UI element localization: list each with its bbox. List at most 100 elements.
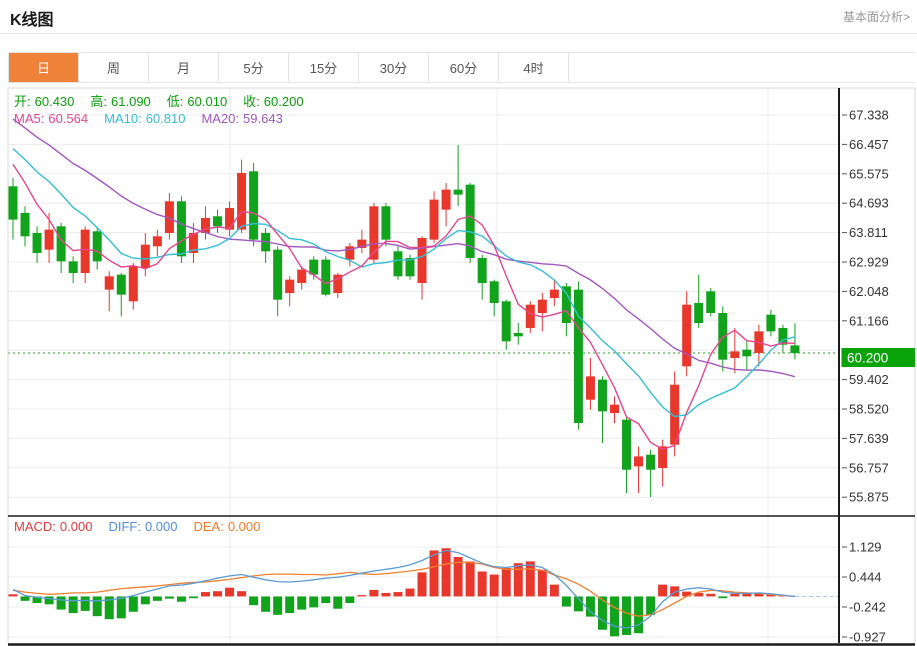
- main-axis-label: 57.639: [849, 431, 889, 446]
- macd-bar: [273, 596, 282, 614]
- candle-body: [526, 305, 535, 328]
- main-axis-label: 59.402: [849, 372, 889, 387]
- low-value: 低:60.010: [167, 95, 227, 109]
- candle-body: [69, 261, 78, 273]
- macd-bar: [442, 548, 451, 596]
- main-axis-label: 56.757: [849, 460, 889, 475]
- macd-bar: [718, 596, 727, 598]
- macd-bar: [141, 596, 150, 604]
- macd-bar: [706, 594, 715, 597]
- macd-bar: [466, 561, 475, 596]
- main-axis-label: 64.693: [849, 196, 889, 211]
- macd-legend: MACD:0.000 DIFF:0.000 DEA:0.000: [14, 520, 276, 534]
- macd-bar: [418, 572, 427, 596]
- candle-body: [381, 206, 390, 239]
- candle-body: [514, 333, 523, 336]
- main-axis-label: 58.520: [849, 402, 889, 417]
- main-axis-label: 62.929: [849, 255, 889, 270]
- candle-body: [550, 290, 559, 298]
- candle-body: [81, 230, 90, 273]
- dea-value: DEA:0.000: [193, 520, 260, 534]
- macd-bar: [153, 596, 162, 600]
- macd-bar: [502, 568, 511, 596]
- candle-body: [405, 258, 414, 276]
- ma5-value: MA5:60.564: [14, 112, 88, 126]
- candle-body: [478, 258, 487, 283]
- candle-body: [430, 200, 439, 240]
- macd-bar: [129, 596, 138, 611]
- macd-bar: [478, 571, 487, 596]
- candle-body: [285, 280, 294, 293]
- candle-body: [562, 286, 571, 323]
- macd-axis-label: -0.927: [849, 630, 886, 645]
- macd-bar: [69, 596, 78, 613]
- macd-bar: [526, 561, 535, 596]
- candle-body: [610, 405, 619, 413]
- candle-body: [129, 266, 138, 301]
- macd-bar: [9, 594, 18, 596]
- candle-body: [249, 171, 258, 239]
- candle-body: [598, 380, 607, 412]
- candle-body: [538, 300, 547, 313]
- candle-body: [646, 455, 655, 470]
- current-price-badge-text: 60.200: [847, 351, 888, 366]
- main-axis-label: 62.048: [849, 284, 889, 299]
- macd-bar: [285, 596, 294, 613]
- macd-bar: [333, 596, 342, 608]
- candle-body: [297, 270, 306, 283]
- candle-body: [730, 351, 739, 358]
- macd-bar: [550, 585, 559, 597]
- macd-bar: [357, 595, 366, 596]
- main-axis-label: 55.875: [849, 490, 889, 505]
- macd-bar: [430, 550, 439, 596]
- macd-bar: [21, 596, 30, 600]
- ma-legend: MA5:60.564 MA10:60.810 MA20:59.643: [14, 112, 299, 126]
- macd-bar: [81, 596, 90, 610]
- macd-bar: [405, 589, 414, 597]
- macd-bar: [189, 596, 198, 598]
- candle-body: [177, 201, 186, 256]
- open-value: 开:60.430: [14, 95, 74, 109]
- candle-body: [490, 281, 499, 303]
- main-axis-label: 67.338: [849, 108, 889, 123]
- candle-body: [706, 291, 715, 313]
- ma20-value: MA20:59.643: [201, 112, 282, 126]
- candle-body: [9, 186, 18, 219]
- macd-value: MACD:0.000: [14, 520, 92, 534]
- candle-body: [141, 245, 150, 268]
- main-axis-label: 61.166: [849, 313, 889, 328]
- diff-value: DIFF:0.000: [108, 520, 177, 534]
- macd-axis-label: 0.444: [849, 570, 882, 585]
- main-axis-label: 66.457: [849, 137, 889, 152]
- candle-body: [45, 230, 54, 250]
- macd-bar: [393, 592, 402, 596]
- candle-body: [622, 420, 631, 470]
- main-axis-label: 63.811: [849, 225, 888, 240]
- macd-bar: [201, 592, 210, 596]
- macd-bar: [309, 596, 318, 607]
- candle-body: [33, 233, 42, 253]
- macd-bar: [490, 575, 499, 597]
- macd-bar: [225, 588, 234, 597]
- candle-body: [321, 260, 330, 295]
- candle-body: [153, 236, 162, 246]
- macd-bar: [369, 590, 378, 597]
- close-value: 收:60.200: [243, 95, 303, 109]
- candle-body: [742, 350, 751, 357]
- macd-bar: [165, 596, 174, 598]
- macd-bar: [237, 591, 246, 596]
- candle-body: [21, 213, 30, 236]
- candle-body: [694, 303, 703, 323]
- macd-bar: [610, 596, 619, 636]
- candle-body: [225, 208, 234, 230]
- main-axis-label: 65.575: [849, 166, 889, 181]
- candle-body: [442, 190, 451, 210]
- ma20-line: [13, 119, 795, 377]
- macd-bar: [249, 596, 258, 605]
- ma10-value: MA10:60.810: [104, 112, 185, 126]
- macd-bar: [117, 596, 126, 618]
- high-value: 高:61.090: [90, 95, 150, 109]
- macd-bar: [321, 596, 330, 603]
- candle-body: [790, 345, 799, 353]
- macd-bar: [93, 596, 102, 616]
